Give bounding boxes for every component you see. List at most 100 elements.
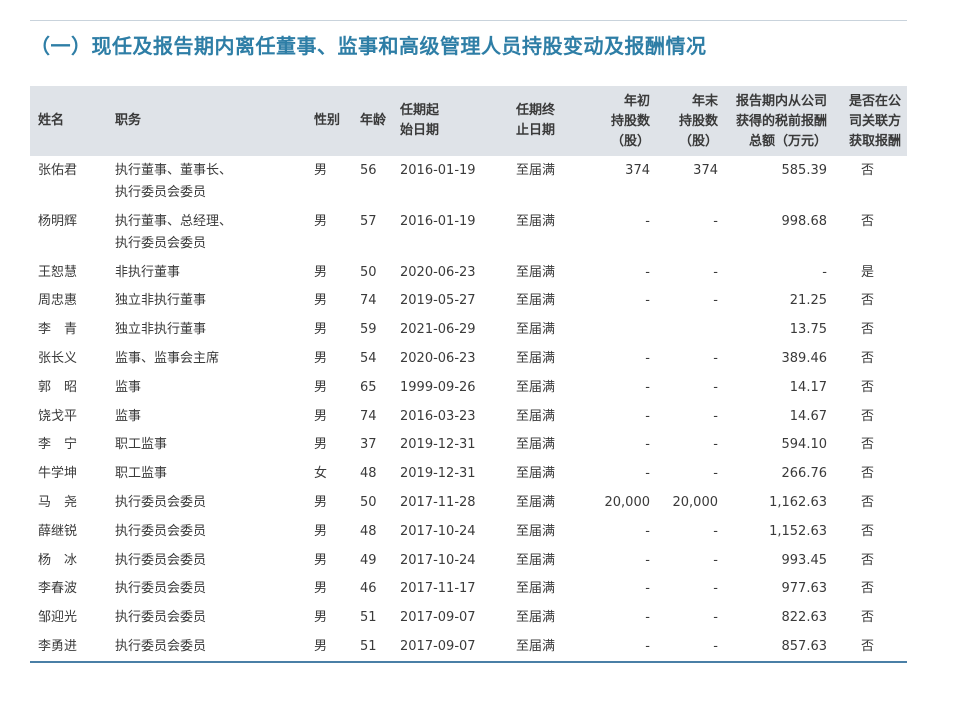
cell-start-date: 2016-01-19 xyxy=(400,163,476,178)
cell-start-date: 2016-01-19 xyxy=(400,214,476,229)
cell-end-shares: - xyxy=(713,524,718,539)
cell-begin-shares: 20,000 xyxy=(604,495,651,510)
cell-age: 65 xyxy=(360,380,377,395)
cell-pay: 1,162.63 xyxy=(769,495,827,510)
cell-start-date: 1999-09-26 xyxy=(400,380,476,395)
header-age: 年龄 xyxy=(360,113,387,128)
header-name: 姓名 xyxy=(38,113,65,128)
header-pay: 报告期内从公司 获得的税前报酬 总额（万元） xyxy=(735,94,827,149)
cell-name: 周忠惠 xyxy=(38,293,78,308)
cell-related: 否 xyxy=(860,322,874,337)
cell-gender: 男 xyxy=(314,610,328,625)
header-gender: 性别 xyxy=(314,113,341,128)
cell-start-date: 2020-06-23 xyxy=(400,265,476,280)
cell-end-shares: - xyxy=(713,351,718,366)
cell-pay: 977.63 xyxy=(781,581,828,596)
cell-pay: 822.63 xyxy=(781,610,828,625)
cell-age: 46 xyxy=(360,581,377,596)
cell-age: 56 xyxy=(360,163,377,178)
cell-age: 57 xyxy=(360,214,377,229)
cell-name: 李勇进 xyxy=(38,639,78,654)
cell-pay: 585.39 xyxy=(781,163,828,178)
cell-name: 邹迎光 xyxy=(38,610,78,625)
cell-pay: - xyxy=(822,265,827,280)
cell-begin-shares: - xyxy=(645,437,650,452)
cell-age: 51 xyxy=(360,610,377,625)
cell-end-shares: - xyxy=(713,265,718,280)
cell-start-date: 2017-09-07 xyxy=(400,639,476,654)
cell-pay: 389.46 xyxy=(781,351,828,366)
cell-end-shares: - xyxy=(713,553,718,568)
cell-related: 否 xyxy=(860,163,874,178)
cell-end-date: 至届满 xyxy=(516,581,556,596)
cell-position-line: 执行委员会委员 xyxy=(115,524,207,539)
cell-position-line: 执行委员会委员 xyxy=(115,581,207,596)
cell-name: 张佑君 xyxy=(38,163,78,178)
cell-end-date: 至届满 xyxy=(516,639,556,654)
cell-end-shares: - xyxy=(713,581,718,596)
cell-position-line: 执行董事、董事长、 xyxy=(115,163,233,178)
cell-name: 杨明辉 xyxy=(38,214,78,229)
cell-start-date: 2019-05-27 xyxy=(400,293,476,308)
cell-gender: 男 xyxy=(314,214,328,229)
cell-related: 否 xyxy=(860,409,874,424)
cell-name: 张长义 xyxy=(38,351,78,366)
cell-start-date: 2019-12-31 xyxy=(400,466,476,481)
cell-start-date: 2017-10-24 xyxy=(400,524,476,539)
cell-age: 59 xyxy=(360,322,377,337)
cell-end-shares: 20,000 xyxy=(672,495,719,510)
cell-name: 郭 昭 xyxy=(38,380,78,395)
cell-position-line: 监事 xyxy=(115,380,142,395)
cell-position-line: 非执行董事 xyxy=(115,265,181,280)
cell-position-line: 执行委员会委员 xyxy=(115,185,207,200)
cell-position-line: 执行委员会委员 xyxy=(115,236,207,251)
cell-end-date: 至届满 xyxy=(516,163,556,178)
cell-end-date: 至届满 xyxy=(516,351,556,366)
cell-start-date: 2020-06-23 xyxy=(400,351,476,366)
cell-related: 否 xyxy=(860,581,874,596)
cell-position: 监事、监事会主席 xyxy=(115,348,219,370)
cell-age: 54 xyxy=(360,351,377,366)
cell-gender: 男 xyxy=(314,639,328,654)
cell-pay: 21.25 xyxy=(789,293,827,308)
cell-gender: 男 xyxy=(314,163,328,178)
cell-gender: 男 xyxy=(314,553,328,568)
cell-end-shares: - xyxy=(713,466,718,481)
cell-related: 是 xyxy=(860,265,874,280)
cell-gender: 男 xyxy=(314,351,328,366)
cell-end-shares: - xyxy=(713,380,718,395)
cell-gender: 女 xyxy=(314,466,328,481)
cell-position: 执行董事、董事长、 执行委员会委员 xyxy=(115,160,232,204)
cell-start-date: 2017-10-24 xyxy=(400,553,476,568)
header-position: 职务 xyxy=(115,113,142,128)
cell-pay: 857.63 xyxy=(781,639,828,654)
cell-end-shares: - xyxy=(713,214,718,229)
cell-end-shares: 374 xyxy=(693,163,718,178)
cell-end-shares: - xyxy=(713,639,718,654)
header-end-shares: 年末 持股数 （股） xyxy=(678,94,718,149)
cell-end-date: 至届满 xyxy=(516,466,556,481)
cell-end-shares: - xyxy=(713,610,718,625)
cell-start-date: 2016-03-23 xyxy=(400,409,476,424)
cell-age: 74 xyxy=(360,293,377,308)
cell-begin-shares: - xyxy=(645,214,650,229)
cell-age: 48 xyxy=(360,524,377,539)
cell-begin-shares: - xyxy=(645,639,650,654)
cell-begin-shares: - xyxy=(645,409,650,424)
cell-related: 否 xyxy=(860,495,874,510)
cell-age: 37 xyxy=(360,437,377,452)
cell-position-line: 独立非执行董事 xyxy=(115,293,207,308)
cell-related: 否 xyxy=(860,293,874,308)
cell-end-date: 至届满 xyxy=(516,293,556,308)
cell-end-date: 至届满 xyxy=(516,265,556,280)
cell-pay: 594.10 xyxy=(781,437,828,452)
cell-related: 否 xyxy=(860,524,874,539)
cell-gender: 男 xyxy=(314,495,328,510)
cell-end-date: 至届满 xyxy=(516,610,556,625)
cell-related: 否 xyxy=(860,214,874,229)
cell-position: 独立非执行董事 xyxy=(115,290,206,312)
table-header: 姓名 职务 性别 年龄 任期起 始日期 任期终 止日期 年初 持股数 （股） 年… xyxy=(30,86,907,156)
cell-position-line: 执行委员会委员 xyxy=(115,495,207,510)
cell-begin-shares: - xyxy=(645,581,650,596)
header-start-date: 任期起 始日期 xyxy=(400,103,440,138)
